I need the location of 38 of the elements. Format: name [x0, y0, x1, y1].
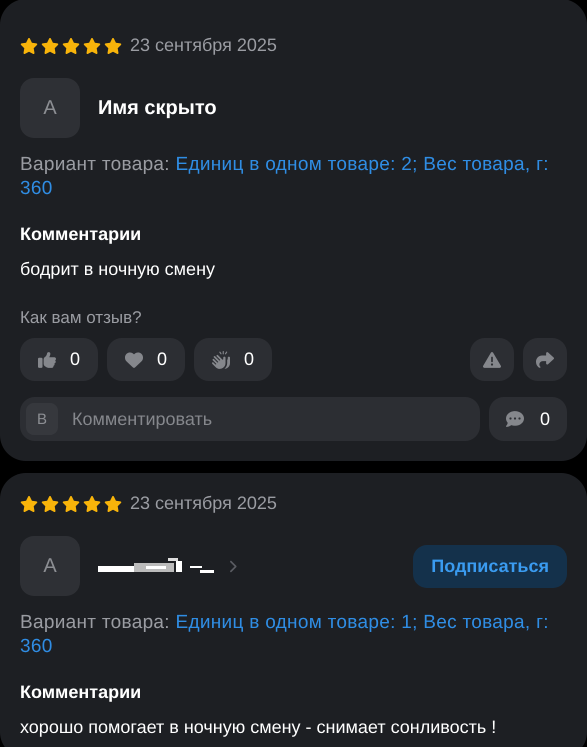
user-avatar: В — [26, 403, 58, 435]
comment-input-field[interactable]: Комментировать — [70, 408, 474, 430]
author-name: Имя скрыто — [98, 96, 217, 120]
star-icon — [104, 36, 122, 54]
product-variant-text: Вариант товара: Единиц в одном товаре: 2; Вес товара, г: 360 — [20, 153, 550, 201]
reaction-button[interactable]: 0 — [20, 338, 98, 381]
feedback-prompt: Как вам отзыв? — [20, 308, 143, 328]
avatar: А — [20, 536, 80, 596]
star-icon — [41, 494, 59, 512]
comment-icon — [506, 410, 524, 428]
report-button[interactable] — [470, 338, 514, 381]
subscribe-button[interactable]: Подписаться — [413, 544, 567, 588]
heart-icon — [124, 350, 143, 368]
share-button[interactable] — [523, 338, 567, 381]
comments-heading: Комментарии — [20, 682, 142, 703]
star-icon — [62, 36, 80, 54]
review-comment: бодрит в ночную смену — [20, 259, 216, 280]
review-date: 23 сентября 2025 — [130, 35, 277, 56]
star-icon — [20, 494, 38, 512]
star-icon — [41, 36, 59, 54]
thumbs-up-icon — [38, 350, 56, 368]
product-variant-text: Вариант товара: Единиц в одном товаре: 1; Вес товара, г: 360 — [20, 611, 550, 659]
star-icon — [20, 36, 38, 54]
star-icon — [83, 494, 101, 512]
review-date: 23 сентября 2025 — [130, 493, 277, 514]
clapping-hands-icon — [212, 350, 230, 368]
reaction-button[interactable]: 0 — [194, 338, 272, 381]
comments-heading: Комментарии — [20, 224, 142, 245]
comments-count-button[interactable]: 0 — [489, 397, 567, 441]
star-icon — [83, 36, 101, 54]
share-icon — [536, 350, 554, 368]
warning-icon — [483, 350, 501, 368]
star-icon — [62, 494, 80, 512]
reaction-button[interactable]: 0 — [107, 338, 185, 381]
star-icon — [104, 494, 122, 512]
review-comment: хорошо помогает в ночную смену - снимает сонливость ! — [20, 717, 498, 738]
avatar: А — [20, 78, 80, 138]
comment-field[interactable]: В Комментировать — [20, 397, 480, 441]
